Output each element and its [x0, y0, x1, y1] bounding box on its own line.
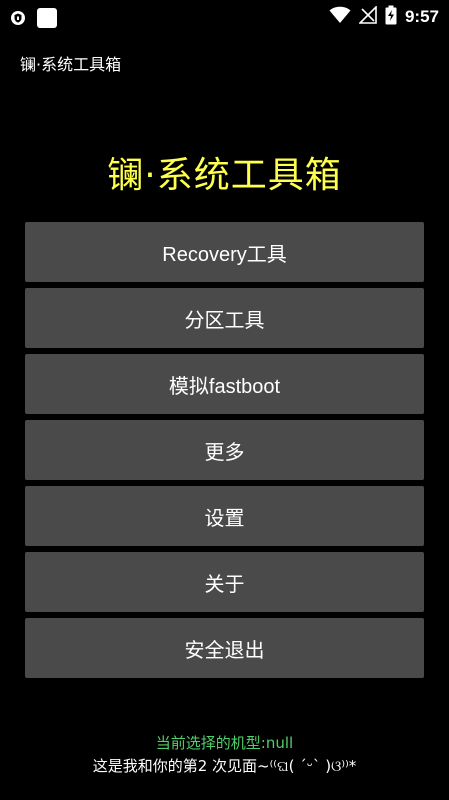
about-button[interactable]: 关于 [25, 552, 424, 612]
settings-button[interactable]: 设置 [25, 486, 424, 546]
safe-exit-button[interactable]: 安全退出 [25, 618, 424, 678]
greeting-text: 这是我和你的第2 次见面~⁽⁽ଘ( ˊᵕˋ )ଓ⁾⁾* [92, 757, 357, 775]
battery-charging-icon [385, 5, 397, 29]
recovery-tools-button[interactable]: Recovery工具 [25, 222, 424, 282]
app-square-icon [36, 7, 58, 33]
signal-icon [358, 5, 377, 28]
status-bar: 9:57 [0, 0, 449, 32]
status-time: 9:57 [404, 7, 439, 26]
simulate-fastboot-button[interactable]: 模拟fastboot [25, 354, 424, 414]
more-button[interactable]: 更多 [25, 420, 424, 480]
shield-icon [10, 10, 26, 30]
wifi-icon [329, 6, 351, 28]
app-bar-title: 镧·系统工具箱 [20, 55, 122, 74]
partition-tools-button[interactable]: 分区工具 [25, 288, 424, 348]
page-heading: 镧·系统工具箱 [107, 155, 342, 196]
main-menu: Recovery工具 分区工具 模拟fastboot 更多 设置 关于 安全退出 [25, 222, 424, 684]
selected-model-text: 当前选择的机型:null [155, 734, 294, 752]
